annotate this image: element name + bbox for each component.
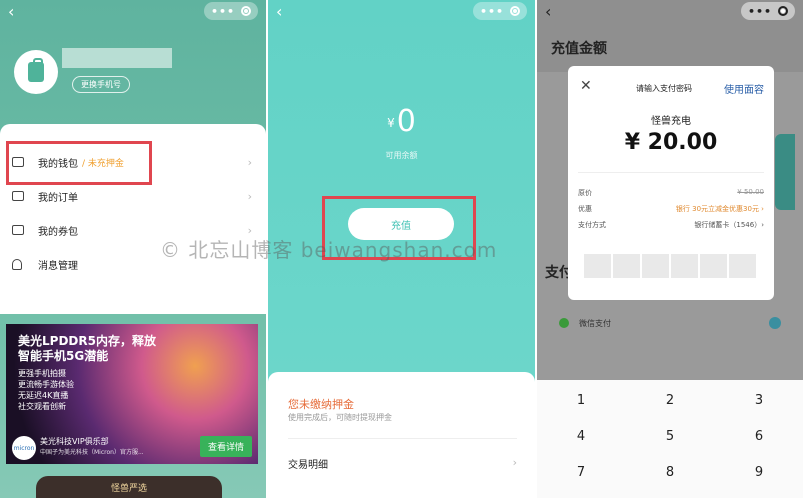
ad-brand: 美光科技VIP俱乐部 中国子为美光科技（Micron）官方服...: [40, 436, 144, 458]
row-label: 优惠: [578, 205, 592, 213]
more-icon[interactable]: •••: [480, 5, 504, 18]
change-phone-button[interactable]: 更换手机号: [72, 76, 130, 93]
battery-icon: [28, 58, 44, 82]
payment-amount: ¥ 20.00: [624, 130, 718, 155]
password-input[interactable]: [584, 254, 756, 278]
key-4[interactable]: 4: [537, 418, 625, 454]
ad-feature: 社交观看创新: [18, 402, 66, 411]
ad-brand-sub: 中国子为美光科技（Micron）官方服...: [40, 449, 144, 456]
close-target-icon[interactable]: [510, 6, 521, 16]
password-digit-box[interactable]: [700, 254, 727, 278]
key-9[interactable]: 9: [715, 454, 803, 490]
original-price-row: 原价 ¥ 50.00: [578, 188, 764, 202]
ad-feature: 更流畅手游体验: [18, 380, 74, 389]
amount-option[interactable]: [775, 134, 795, 210]
ad-detail-button[interactable]: 查看详情: [199, 436, 252, 457]
close-icon[interactable]: ✕: [580, 78, 592, 94]
back-icon[interactable]: ‹: [8, 2, 14, 21]
more-icon[interactable]: •••: [211, 5, 235, 18]
coupon-icon: [12, 225, 24, 235]
ad-brand-name: 美光科技VIP俱乐部: [40, 437, 109, 446]
ad-feature: 无延迟4K直播: [18, 391, 69, 400]
use-face-id-link[interactable]: 使用面容: [724, 81, 764, 96]
payment-password-dialog: ✕ 请输入支付密码 使用面容 怪兽充电 ¥ 20.00 原价 ¥ 50.00 优…: [568, 66, 774, 300]
back-icon[interactable]: ‹: [276, 2, 282, 21]
chevron-right-icon: ›: [512, 456, 517, 469]
password-digit-box[interactable]: [671, 254, 698, 278]
row-label: 原价: [578, 189, 592, 197]
trade-detail-link[interactable]: 交易明细: [288, 456, 328, 471]
micron-logo: micron: [12, 436, 36, 460]
balance-label: 可用余额: [385, 151, 418, 160]
dialog-title: 请输入支付密码: [636, 84, 692, 93]
key-3[interactable]: 3: [715, 382, 803, 418]
avatar[interactable]: [14, 50, 58, 94]
ad-feature: 更强手机拍摄: [18, 369, 66, 378]
close-target-icon[interactable]: [241, 6, 252, 16]
wechat-pay-option[interactable]: 微信支付: [559, 314, 781, 332]
password-digit-box[interactable]: [642, 254, 669, 278]
deposit-subtitle: 使用完成后，可随时提现押金: [288, 413, 392, 422]
blurred-username: [62, 48, 172, 68]
watermark: © 北忘山博客 beiwangshan.com: [160, 238, 498, 262]
row-label: 支付方式: [578, 221, 606, 229]
divider: [578, 172, 764, 173]
key-2[interactable]: 2: [626, 382, 714, 418]
top-bar: ‹ •••: [268, 0, 535, 24]
close-target-icon[interactable]: [778, 6, 789, 16]
deposit-title[interactable]: 您未缴纳押金: [288, 396, 354, 412]
password-digit-box[interactable]: [613, 254, 640, 278]
ad-features: 更强手机拍摄 更流畅手游体验 无延迟4K直播 社交观看创新: [18, 368, 74, 412]
currency-symbol: ¥: [387, 116, 395, 130]
key-1[interactable]: 1: [537, 382, 625, 418]
chevron-right-icon: ›: [247, 155, 252, 169]
page-title: 充值金额: [551, 41, 607, 57]
merchant-name: 怪兽充电: [651, 116, 691, 127]
top-bar: ‹ •••: [537, 0, 803, 24]
row-value: 银行 30元立减金优惠30元 ›: [675, 205, 764, 213]
wechat-pay-label: 微信支付: [579, 318, 611, 328]
payment-screen: ‹ ••• 充值金额 支付 微信支付 ✕ 请输入支付密码 使用面容 怪兽充电 ¥…: [537, 0, 803, 498]
password-digit-box[interactable]: [584, 254, 611, 278]
menu-item-label: 消息管理: [38, 260, 78, 272]
password-digit-box[interactable]: [729, 254, 756, 278]
checked-icon[interactable]: [769, 317, 781, 329]
ad-banner[interactable]: 美光LPDDR5内存，释放智能手机5G潜能 更强手机拍摄 更流畅手游体验 无延迟…: [6, 324, 258, 464]
key-5[interactable]: 5: [626, 418, 714, 454]
screenshot-stage: ‹ ••• 更换手机号 我的钱包 / 未充押金 › 我的订单 › 我的券包 › …: [0, 0, 803, 498]
row-value: ¥ 50.00: [737, 188, 764, 196]
key-8[interactable]: 8: [626, 454, 714, 490]
back-icon[interactable]: ‹: [545, 2, 551, 21]
key-6[interactable]: 6: [715, 418, 803, 454]
discount-row[interactable]: 优惠 银行 30元立减金优惠30元 ›: [578, 204, 764, 218]
mini-program-capsule[interactable]: •••: [741, 2, 795, 20]
menu-item-orders[interactable]: 我的订单 ›: [12, 184, 252, 208]
highlight-box-wallet: [6, 141, 152, 185]
top-bar: ‹ •••: [0, 0, 266, 24]
orders-icon: [12, 191, 24, 201]
divider: [288, 438, 517, 439]
bell-icon: [12, 258, 22, 270]
row-value: 银行储蓄卡（1546）›: [694, 221, 764, 229]
key-7[interactable]: 7: [537, 454, 625, 490]
wechat-pay-icon: [559, 318, 569, 328]
balance-display: ¥0: [268, 104, 535, 139]
balance-value: 0: [396, 104, 416, 139]
mini-program-capsule[interactable]: •••: [204, 2, 258, 20]
mini-program-capsule[interactable]: •••: [473, 2, 527, 20]
bottom-banner[interactable]: 怪兽严选: [36, 476, 222, 498]
numeric-keypad: 1 2 3 4 5 6 7 8 9: [537, 380, 803, 498]
more-icon[interactable]: •••: [748, 5, 772, 18]
menu-item-label: 我的券包: [38, 226, 78, 238]
ad-title: 美光LPDDR5内存，释放智能手机5G潜能: [18, 334, 156, 363]
wallet-card: 您未缴纳押金 使用完成后，可随时提现押金 交易明细 ›: [268, 372, 535, 498]
menu-item-label: 我的订单: [38, 192, 78, 204]
payment-method-row[interactable]: 支付方式 银行储蓄卡（1546）›: [578, 220, 764, 234]
chevron-right-icon: ›: [247, 189, 252, 203]
